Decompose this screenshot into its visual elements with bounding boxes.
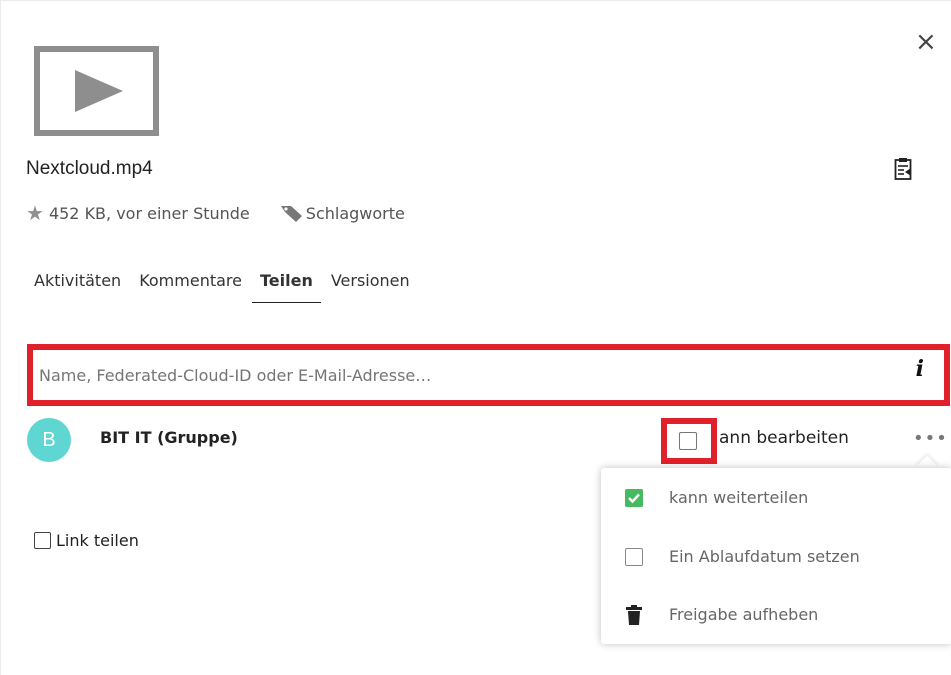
- link-share-label: Link teilen: [56, 531, 139, 550]
- share-options-menu: kann weiterteilen Ein Ablaufdatum setzen…: [601, 468, 951, 644]
- menu-item-set-expiry[interactable]: Ein Ablaufdatum setzen: [623, 547, 860, 566]
- trash-icon: [623, 604, 645, 625]
- play-icon: [75, 70, 123, 112]
- menu-item-unshare[interactable]: Freigabe aufheben: [623, 604, 819, 625]
- clipboard-icon[interactable]: [894, 157, 914, 185]
- star-icon[interactable]: ★: [26, 201, 44, 225]
- share-search-highlight: i: [27, 344, 950, 406]
- menu-item-can-reshare[interactable]: kann weiterteilen: [623, 488, 808, 507]
- link-share-checkbox[interactable]: [34, 532, 51, 549]
- sidebar-panel: × Nextcloud.mp4 ★ 452 KB, vor einer Stun…: [0, 0, 951, 675]
- can-edit-checkbox[interactable]: [679, 432, 697, 450]
- tab-bar: Aktivitäten Kommentare Teilen Versionen: [34, 271, 428, 303]
- link-share-option[interactable]: Link teilen: [34, 531, 139, 550]
- share-recipient-name: BIT IT (Gruppe): [100, 428, 238, 447]
- menu-item-label: kann weiterteilen: [669, 488, 809, 507]
- tab-sharing[interactable]: Teilen: [251, 271, 321, 303]
- checkbox-icon[interactable]: [623, 547, 645, 566]
- checkbox-checked-icon[interactable]: [623, 488, 645, 507]
- can-edit-highlight: [661, 418, 717, 464]
- file-name: Nextcloud.mp4: [26, 158, 153, 179]
- tab-activities[interactable]: Aktivitäten: [34, 271, 121, 303]
- tag-icon: [280, 204, 304, 222]
- tab-versions[interactable]: Versionen: [331, 271, 410, 303]
- menu-item-label: Ein Ablaufdatum setzen: [669, 547, 860, 566]
- info-icon[interactable]: i: [916, 356, 924, 382]
- share-search-input[interactable]: [39, 360, 879, 390]
- more-options-icon[interactable]: •••: [913, 428, 948, 449]
- avatar: B: [27, 418, 71, 462]
- tags-link[interactable]: Schlagworte: [306, 204, 405, 223]
- tab-comments[interactable]: Kommentare: [139, 271, 242, 303]
- menu-item-label: Freigabe aufheben: [669, 605, 819, 624]
- can-edit-label: ann bearbeiten: [719, 428, 849, 448]
- close-button[interactable]: ×: [915, 29, 937, 55]
- video-thumbnail-icon: [34, 46, 159, 136]
- file-size-time: 452 KB, vor einer Stunde: [48, 203, 250, 223]
- file-meta: ★ 452 KB, vor einer Stunde Schlagworte: [26, 201, 405, 225]
